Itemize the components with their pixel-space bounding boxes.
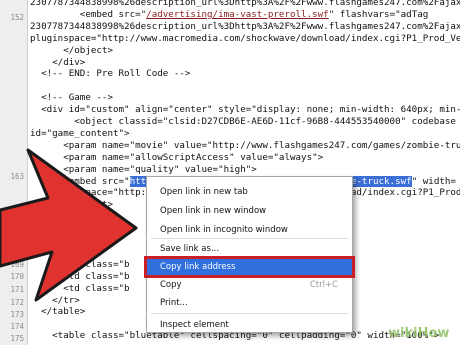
code-text: </object> [30,199,113,211]
code-text: <td class="b [30,270,130,282]
code-text: </div> [30,211,86,223]
line-number: 173 [10,310,24,319]
code-text: <!-- END: Pre Roll Code --> [30,68,191,80]
menu-item-label: Copy [160,280,182,290]
menu-item-open-link-in-new-tab[interactable]: Open link in new tab [147,184,352,200]
code-text: </tr> [30,294,80,306]
menu-item-label: Open link in new window [160,206,267,216]
code-text: <param name="movie" value="http://www.fl… [30,139,460,151]
code-text: " flashvars="adTag [328,8,429,20]
code-text: id="game_content"> [30,127,130,139]
code-text: <td class="b [30,282,130,294]
code-url[interactable]: /advertising/ima-vast-preroll.swf [146,9,329,20]
code-line: </table> [30,305,85,319]
line-number: 171 [10,285,24,294]
svg-text:wikiHow: wikiHow [388,326,449,341]
code-text: <tr> [30,246,75,258]
menu-item-copy-link-address[interactable]: Copy link address [144,256,355,278]
line-number: 169 [10,260,24,269]
menu-item-inspect-element[interactable]: Inspect element [147,317,352,333]
menu-item-label: Inspect element [160,320,229,330]
code-text: </table> [30,306,86,318]
menu-item-label: Print... [160,298,188,308]
code-text: <!-- Game --> [30,92,113,104]
code-text: <object classid="clsid:D27CDB6E-AE6D-11c… [30,116,456,127]
context-menu[interactable]: Open link in new tab Open link in new win… [144,176,355,333]
menu-item-print[interactable]: Print... [147,295,352,311]
code-text: <param name="quality" value="high"> [30,163,257,175]
line-number: 152 [10,13,24,22]
code-text: pluginspace="http://www.macromedia.com/s… [30,32,460,44]
menu-item-copy[interactable]: Copy Ctrl+C [147,277,352,293]
line-number: 170 [10,272,24,281]
code-line: <!-- END: Pre Roll Code --> [30,67,190,81]
menu-separator [151,256,348,257]
menu-separator [151,238,348,239]
line-number: 174 [10,322,24,331]
code-text: </object> [30,44,113,56]
code-text: <td class="b [30,258,130,270]
menu-separator [151,313,348,314]
menu-item-shortcut: Ctrl+C [309,280,338,290]
menu-item-save-link-as[interactable]: Save link as... [147,241,352,257]
menu-item-open-link-in-new-window[interactable]: Open link in new window [147,203,352,219]
line-number: 175 [10,334,24,343]
code-text: <param name="allowScriptAccess" value="a… [30,151,324,163]
code-text: <div id="custom" align="center" style="d… [30,104,460,116]
wikihow-watermark: wikiHow [388,323,452,341]
code-text: </div> [30,56,86,68]
menu-item-label: Open link in new tab [160,187,248,197]
line-number: 172 [10,298,24,307]
code-line: </div> [30,210,85,224]
menu-item-label: Copy link address [160,262,236,272]
code-text: 2307787344838998%26description_url%3Dhtt… [30,20,460,32]
code-text: <embed src=" [30,175,130,187]
menu-item-label: Open link in incognito window [160,225,288,235]
line-number: 163 [10,172,24,181]
code-text: " width= [411,175,456,187]
code-text: <embed src=" [30,8,147,20]
menu-item-label: Save link as... [160,244,220,254]
code-text: 2307787344838998%26description_url%3Dhtt… [30,0,460,8]
menu-item-open-link-in-incognito-window[interactable]: Open link in incognito window [147,222,352,238]
